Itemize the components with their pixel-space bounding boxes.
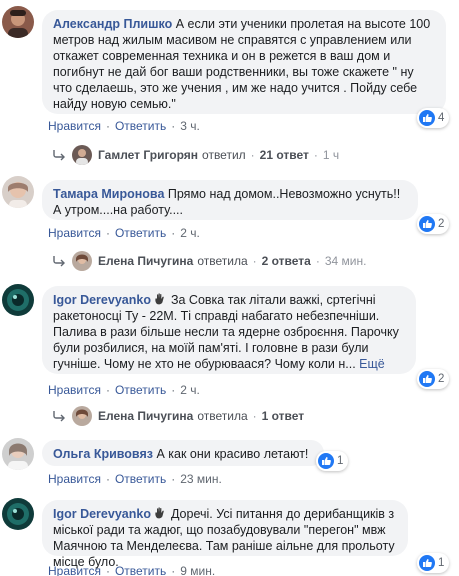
reply-arrow-icon bbox=[53, 256, 65, 267]
reply-count: 21 ответ bbox=[259, 148, 309, 162]
comment-text: А если эти ученики пролетая на высоте 10… bbox=[53, 17, 431, 111]
reply-author: Гамлет Григорян bbox=[98, 148, 199, 162]
comment-time[interactable]: 23 мин. bbox=[180, 472, 222, 486]
reaction-number: 1 bbox=[438, 557, 445, 569]
comment-author[interactable]: Igor Derevyanko bbox=[53, 507, 151, 521]
comment-actions: Нравится · Ответить · 23 мин. bbox=[48, 472, 222, 486]
comment-author[interactable]: Ольга Кривовяз bbox=[53, 447, 153, 461]
comment-author[interactable]: Igor Derevyanko bbox=[53, 293, 151, 307]
reply-action: ответила bbox=[197, 409, 248, 423]
waving-hand-icon bbox=[155, 293, 165, 305]
reply-link[interactable]: Ответить bbox=[115, 472, 166, 486]
comment-actions: Нравится · Ответить · 2 ч. bbox=[48, 383, 200, 397]
avatar[interactable] bbox=[2, 284, 34, 316]
like-link[interactable]: Нравится bbox=[48, 226, 101, 240]
replies-summary[interactable]: Елена Пичугина ответила · 2 ответа · 34 ми… bbox=[52, 251, 366, 271]
reaction-count[interactable]: 1 bbox=[417, 553, 450, 573]
avatar[interactable] bbox=[2, 498, 34, 530]
like-link[interactable]: Нравится bbox=[48, 383, 101, 397]
comment-bubble: Ольга Кривовяз А как они красиво летают! bbox=[42, 440, 324, 466]
reply-author: Елена Пичугина bbox=[98, 254, 194, 268]
like-icon bbox=[318, 453, 334, 469]
comment-time[interactable]: 9 мин. bbox=[180, 564, 215, 576]
reaction-number: 4 bbox=[438, 112, 445, 124]
comment-time[interactable]: 2 ч. bbox=[180, 383, 200, 397]
avatar bbox=[72, 251, 92, 271]
reply-link[interactable]: Ответить bbox=[115, 383, 166, 397]
see-more-link[interactable]: Ещё bbox=[359, 357, 385, 371]
comment-actions: Нравится · Ответить · 3 ч. bbox=[48, 119, 200, 133]
reply-action: ответила bbox=[197, 254, 248, 268]
like-link[interactable]: Нравится bbox=[48, 564, 101, 576]
reaction-number: 2 bbox=[438, 373, 445, 385]
reply-link[interactable]: Ответить bbox=[115, 226, 166, 240]
comment-bubble: Igor Derevyanko За Совка так літали важк… bbox=[42, 286, 416, 374]
replies-summary[interactable]: Елена Пичугина ответила · 1 ответ bbox=[52, 406, 304, 426]
reply-action: ответил bbox=[202, 148, 246, 162]
reply-count: 1 ответ bbox=[261, 409, 305, 423]
comment-bubble: Александр Плишко А если эти ученики прол… bbox=[42, 10, 446, 114]
reply-author: Елена Пичугина bbox=[98, 409, 194, 423]
reaction-count[interactable]: 4 bbox=[417, 108, 450, 128]
reply-arrow-icon bbox=[53, 150, 65, 161]
reply-link[interactable]: Ответить bbox=[115, 564, 166, 576]
comment-bubble: Igor Derevyanko Доречі. Усі питання до д… bbox=[42, 500, 408, 569]
waving-hand-icon bbox=[155, 507, 165, 519]
like-icon bbox=[419, 110, 435, 126]
comment-actions: Нравится · Ответить · 2 ч. bbox=[48, 226, 200, 240]
reply-link[interactable]: Ответить bbox=[115, 119, 166, 133]
avatar[interactable] bbox=[2, 438, 34, 470]
like-link[interactable]: Нравится bbox=[48, 119, 101, 133]
reply-count: 2 ответа bbox=[261, 254, 311, 268]
avatar bbox=[72, 145, 92, 165]
comment-bubble: Тамара Миронова Прямо над домом..Невозмо… bbox=[42, 180, 418, 220]
reaction-count[interactable]: 1 bbox=[316, 451, 349, 471]
comment-author[interactable]: Александр Плишко bbox=[53, 17, 172, 31]
comment-text: А как они красиво летают! bbox=[156, 447, 309, 461]
avatar bbox=[72, 406, 92, 426]
avatar[interactable] bbox=[2, 6, 34, 38]
reaction-number: 2 bbox=[438, 218, 445, 230]
like-icon bbox=[419, 216, 435, 232]
reply-arrow-icon bbox=[53, 411, 65, 422]
reaction-number: 1 bbox=[337, 455, 344, 467]
comment-author[interactable]: Тамара Миронова bbox=[53, 187, 164, 201]
reply-time: 1 ч bbox=[322, 148, 340, 162]
like-icon bbox=[419, 555, 435, 571]
comment-time[interactable]: 2 ч. bbox=[180, 226, 200, 240]
comment-time[interactable]: 3 ч. bbox=[180, 119, 200, 133]
comment-actions: Нравится · Ответить · 9 мин. bbox=[48, 564, 216, 576]
like-icon bbox=[419, 371, 435, 387]
reaction-count[interactable]: 2 bbox=[417, 214, 450, 234]
reaction-count[interactable]: 2 bbox=[417, 369, 450, 389]
avatar[interactable] bbox=[2, 176, 34, 208]
replies-summary[interactable]: Гамлет Григорян ответил · 21 ответ · 1 ч bbox=[52, 145, 339, 165]
reply-time: 34 мин. bbox=[324, 254, 367, 268]
like-link[interactable]: Нравится bbox=[48, 472, 101, 486]
